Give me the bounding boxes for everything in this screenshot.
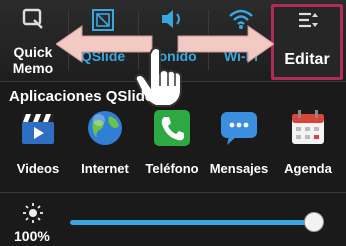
apps-section-title: Aplicaciones QSlide <box>9 88 154 105</box>
brightness-slider-track[interactable] <box>70 220 314 225</box>
phone-icon <box>154 110 190 146</box>
globe-icon <box>88 111 122 145</box>
calendar-icon <box>292 110 324 144</box>
brightness-percent: 100% <box>14 228 50 244</box>
edit-button[interactable]: Editar <box>271 4 343 80</box>
app-videos[interactable]: Videos <box>6 108 70 176</box>
app-label: Mensajes <box>209 161 269 176</box>
app-label: Videos <box>16 161 60 176</box>
app-label: Agenda <box>284 161 332 176</box>
app-messages[interactable]: Mensajes <box>207 108 271 176</box>
app-internet[interactable]: Internet <box>73 108 137 176</box>
quick-memo-icon <box>22 8 43 29</box>
edit-sliders-icon <box>299 12 318 28</box>
notification-panel: Quick Memo QSlide Sonido Wi-Fi Editar Ap… <box>0 0 346 246</box>
brightness-slider-thumb[interactable] <box>304 212 324 232</box>
app-label: Internet <box>81 161 129 176</box>
clapperboard-icon <box>22 114 54 144</box>
app-calendar[interactable]: Agenda <box>276 108 340 176</box>
app-label: Teléfono <box>145 161 199 176</box>
edit-label: Editar <box>284 51 330 68</box>
brightness-sun-icon <box>23 203 43 223</box>
divider <box>0 192 346 193</box>
app-phone[interactable]: Teléfono <box>140 108 204 176</box>
message-bubble-icon <box>221 112 257 145</box>
